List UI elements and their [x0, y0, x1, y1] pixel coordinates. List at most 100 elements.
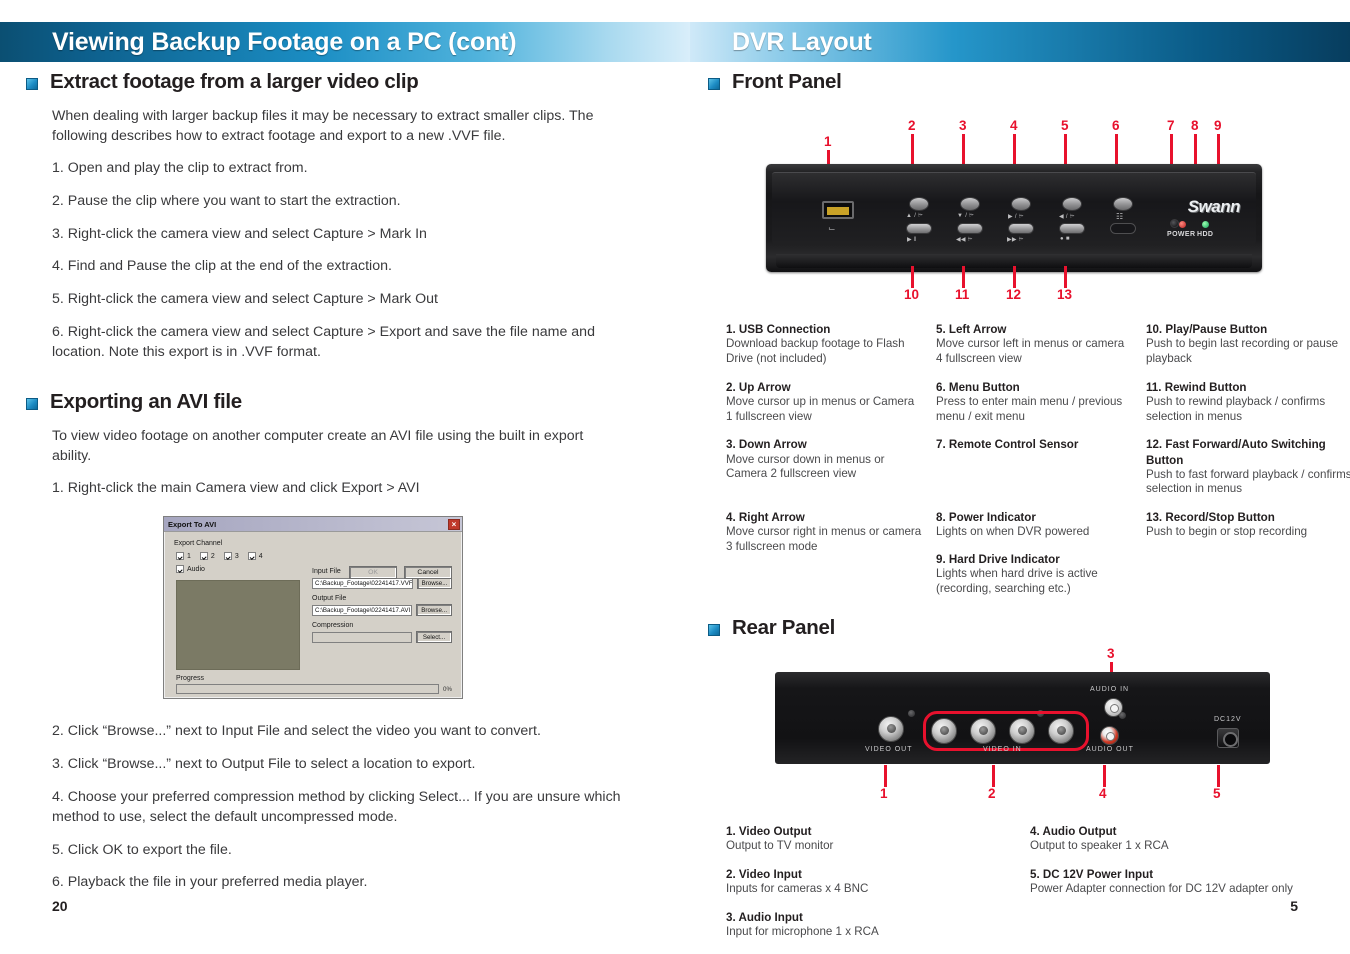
legend-item: 1. USB Connection Download backup footage… [726, 322, 922, 367]
front-callout-1: 1 [824, 134, 832, 149]
compression-field[interactable] [312, 631, 412, 643]
dialog-title-text: Export To AVI [168, 519, 217, 529]
exporting-avi-steps: 2. Click “Browse...” next to Input File … [52, 721, 628, 892]
legend-desc: Power Adapter connection for DC 12V adap… [1030, 881, 1293, 895]
output-file-field[interactable]: C:\Backup_Footage\02241417.AVI [312, 604, 413, 616]
front-callout-6: 6 [1112, 118, 1120, 133]
legend-title: 5. Left Arrow [936, 323, 1007, 336]
swann-brand-logo: Swann [1187, 197, 1241, 216]
section-title-text: Rear Panel [732, 615, 835, 639]
cancel-button[interactable]: Cancel [404, 566, 452, 580]
progress-bar [176, 684, 440, 695]
file-fields-group: Input File C:\Backup_Footage\02241417.VV… [312, 568, 452, 644]
front-callout-3: 3 [959, 118, 967, 133]
down-arrow-button[interactable] [960, 197, 980, 211]
close-icon[interactable]: × [448, 518, 460, 530]
right-page-banner: DVR Layout [690, 22, 1350, 62]
channel-label: 3 [234, 552, 239, 560]
output-file-label: Output File [312, 595, 347, 603]
legend-item: 12. Fast Forward/Auto Switching Button Pu… [1146, 437, 1350, 497]
checkbox-icon [176, 552, 184, 561]
front-callout-11: 11 [955, 287, 970, 302]
front-leader-13 [1064, 266, 1067, 288]
exporting-step-6: 6. Playback the file in your preferred m… [52, 874, 368, 891]
legend-title: 1. USB Connection [726, 323, 831, 336]
right-arrow-button[interactable] [1011, 197, 1031, 211]
legend-item: 2. Up Arrow Move cursor up in menus or Ca… [726, 380, 922, 425]
progress-label: Progress [176, 675, 205, 683]
square-bullet-icon [708, 78, 720, 90]
record-stop-button[interactable] [1059, 223, 1085, 234]
exporting-step-4: 4. Choose your preferred compression met… [52, 788, 621, 825]
front-callout-10: 10 [904, 287, 920, 302]
progress-bar-row: 0% [176, 684, 452, 695]
legend-title: 2. Up Arrow [726, 380, 791, 394]
rear-leader-2 [992, 764, 995, 787]
legend-item: 3. Down Arrow Move cursor down in menus o… [726, 437, 922, 497]
audio-in-label: AUDIO IN [1090, 685, 1130, 693]
rear-panel-illustration: 3 VIDEO OUT VIDEO IN AUDIO IN AUDIO OUT … [690, 640, 1350, 820]
legend-item: 8. Power Indicator Lights on when DVR pow… [936, 510, 1132, 597]
legend-item: 4. Right Arrow Move cursor right in menus… [726, 510, 922, 597]
legend-desc: Push to begin last recording or pause pl… [1146, 337, 1339, 365]
compression-select-button[interactable]: Select... [416, 631, 452, 644]
ok-button[interactable]: OK [349, 566, 397, 580]
rewind-button[interactable] [957, 223, 983, 234]
legend-title: 8. Power Indicator [936, 511, 1036, 525]
section-title-text: Front Panel [732, 70, 842, 93]
audio-checkbox[interactable]: Audio [176, 565, 205, 574]
manual-page-spread: Viewing Backup Footage on a PC (cont) DV… [0, 0, 1350, 954]
exporting-step-1: 1. Right-click the main Camera view and … [52, 480, 420, 497]
left-page-number: 20 [52, 898, 68, 914]
screw-icon [908, 709, 915, 717]
rear-callout-4: 4 [1099, 785, 1107, 801]
legend-item: 13. Record/Stop Button Push to begin or s… [1146, 510, 1350, 597]
section-title-text: Extract footage from a larger video clip [50, 70, 419, 93]
play-pause-button[interactable] [906, 223, 932, 234]
rear-leader-5 [1217, 764, 1220, 787]
dialog-footer-buttons: OK Cancel [349, 566, 452, 580]
channel-4-checkbox[interactable]: 4 [247, 552, 263, 561]
channel-label: 1 [187, 552, 191, 560]
channel-3-checkbox[interactable]: 3 [223, 552, 239, 561]
channel-label: 4 [258, 552, 263, 560]
left-page-content: Extract footage from a larger video clip… [0, 70, 690, 954]
output-browse-button[interactable]: Browse... [416, 604, 452, 617]
left-arrow-button[interactable] [1062, 197, 1082, 211]
exporting-avi-body: To view video footage on another compute… [52, 426, 612, 498]
legend-desc: Inputs for cameras x 4 BNC [726, 881, 869, 895]
legend-title: 9. Hard Drive Indicator [936, 553, 1060, 567]
channel-1-checkbox[interactable]: 1 [176, 552, 191, 561]
down-arrow-label: ▼ / ⌲ [957, 213, 975, 219]
right-arrow-label: ▶ / ⌲ [1008, 214, 1024, 220]
up-arrow-button[interactable] [909, 197, 929, 211]
rear-panel-legend: 1. Video Output Output to TV monitor 4. A… [726, 824, 1350, 953]
extract-step-4: 4. Find and Pause the clip at the end of… [52, 258, 392, 275]
front-callout-5: 5 [1061, 118, 1069, 133]
left-arrow-label: ◀ / ⌲ [1059, 214, 1075, 220]
exporting-step-3: 3. Click “Browse...” next to Output File… [52, 756, 476, 773]
channel-2-checkbox[interactable]: 2 [199, 552, 215, 561]
checkbox-icon [176, 565, 184, 574]
legend-item: 3. Audio Input Input for microphone 1 x R… [726, 910, 1016, 940]
remote-control-sensor [1170, 219, 1179, 228]
dc-12v-power-jack [1217, 727, 1239, 748]
video-in-bnc-3 [1009, 717, 1035, 744]
legend-desc: Lights on when DVR powered [936, 525, 1090, 539]
front-leader-12 [1013, 266, 1016, 288]
fast-forward-button[interactable] [1008, 223, 1034, 234]
play-pause-label: ▶ ‖ [907, 237, 917, 243]
legend-desc: Push to fast forward playback / confirms… [1146, 467, 1350, 496]
extract-step-1: 1. Open and play the clip to extract fro… [52, 160, 308, 177]
legend-title: 4. Audio Output [1030, 824, 1117, 838]
menu-button[interactable] [1113, 197, 1133, 211]
usb-icon: ⌙ [828, 223, 836, 233]
legend-item: 4. Audio Output Output to speaker 1 x RCA [1030, 824, 1330, 854]
extract-step-3: 3. Right-click the camera view and selec… [52, 225, 427, 242]
legend-title: 2. Video Input [726, 867, 802, 881]
legend-title: 12. Fast Forward/Auto Switching Button [1146, 438, 1326, 467]
left-page-banner: Viewing Backup Footage on a PC (cont) [0, 22, 690, 62]
front-callout-8: 8 [1191, 118, 1199, 133]
input-file-field[interactable]: C:\Backup_Footage\02241417.VVF [312, 577, 413, 589]
rear-leader-1 [884, 764, 887, 787]
